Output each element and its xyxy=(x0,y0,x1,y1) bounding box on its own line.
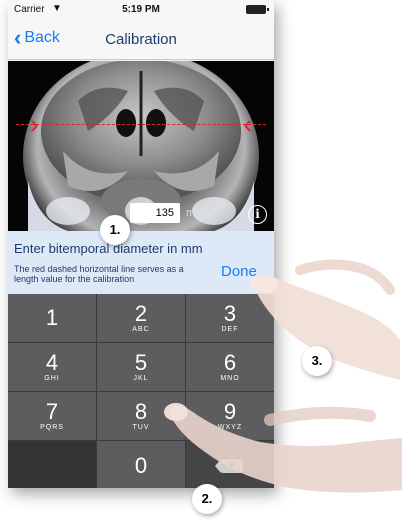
key-6[interactable]: 6 MNO xyxy=(186,343,274,391)
page-title: Calibration xyxy=(105,31,177,48)
phone-screen: Carrier ▼ 5:19 PM ‹ Back Calibration › ‹… xyxy=(8,0,274,488)
key-digit: 5 xyxy=(134,350,148,375)
calibration-marker-right[interactable]: ‹ xyxy=(243,111,252,137)
key-letters: TUV xyxy=(132,424,150,431)
key-digit: 9 xyxy=(223,399,237,424)
key-9[interactable]: 9 WXYZ xyxy=(186,392,274,440)
key-digit: 6 xyxy=(223,350,237,375)
calibration-marker-left[interactable]: › xyxy=(30,111,39,137)
backspace-icon: × xyxy=(215,459,243,473)
key-digit: 4 xyxy=(45,350,59,375)
callout-step-2: 2. xyxy=(192,484,222,514)
key-8[interactable]: 8 TUV xyxy=(97,392,185,440)
key-0[interactable]: 0 xyxy=(97,441,185,488)
status-bar: Carrier ▼ 5:19 PM xyxy=(8,0,274,20)
key-digit: 3 xyxy=(223,301,237,326)
done-button[interactable]: Done xyxy=(221,263,257,280)
key-1[interactable]: 1 xyxy=(8,294,96,342)
key-letters: JKL xyxy=(133,375,149,382)
instruction-note: The red dashed horizontal line serves as… xyxy=(14,264,184,284)
key-4[interactable]: 4 GHI xyxy=(8,343,96,391)
delete-button[interactable]: × xyxy=(186,441,274,488)
key-digit: 1 xyxy=(45,304,59,330)
callout-step-1: 1. xyxy=(100,215,130,245)
key-digit: 8 xyxy=(134,399,148,424)
numeric-keypad: 1 2 ABC 3 DEF 4 GHI 5 JKL 6 MNO 7 PQRS 8 TUV 9W… xyxy=(8,294,274,488)
key-2[interactable]: 2 ABC xyxy=(97,294,185,342)
instruction-panel: Enter bitemporal diameter in mm The red … xyxy=(8,231,274,294)
diameter-input[interactable]: 135 xyxy=(130,203,180,223)
key-letters: WXYZ xyxy=(217,424,243,431)
key-letters: PQRS xyxy=(40,424,64,431)
key-letters: ABC xyxy=(132,326,150,333)
key-letters: MNO xyxy=(220,375,240,382)
status-time: 5:19 PM xyxy=(122,4,160,15)
key-letters: GHI xyxy=(44,375,60,382)
key-letters: DEF xyxy=(221,326,239,333)
key-3[interactable]: 3 DEF xyxy=(186,294,274,342)
info-icon[interactable]: i xyxy=(248,205,267,224)
mri-scan-image: › ‹ 135 mm i xyxy=(8,61,274,231)
key-digit: 0 xyxy=(134,452,148,478)
key-digit: 2 xyxy=(134,301,148,326)
key-7[interactable]: 7 PQRS xyxy=(8,392,96,440)
key-digit: 7 xyxy=(45,399,59,424)
battery-icon xyxy=(246,5,269,14)
calibration-line xyxy=(16,124,266,125)
key-5[interactable]: 5 JKL xyxy=(97,343,185,391)
navigation-bar: ‹ Back Calibration xyxy=(8,20,274,60)
unit-label: mm xyxy=(186,207,205,219)
callout-step-3: 3. xyxy=(302,346,332,376)
key-blank xyxy=(8,441,96,488)
